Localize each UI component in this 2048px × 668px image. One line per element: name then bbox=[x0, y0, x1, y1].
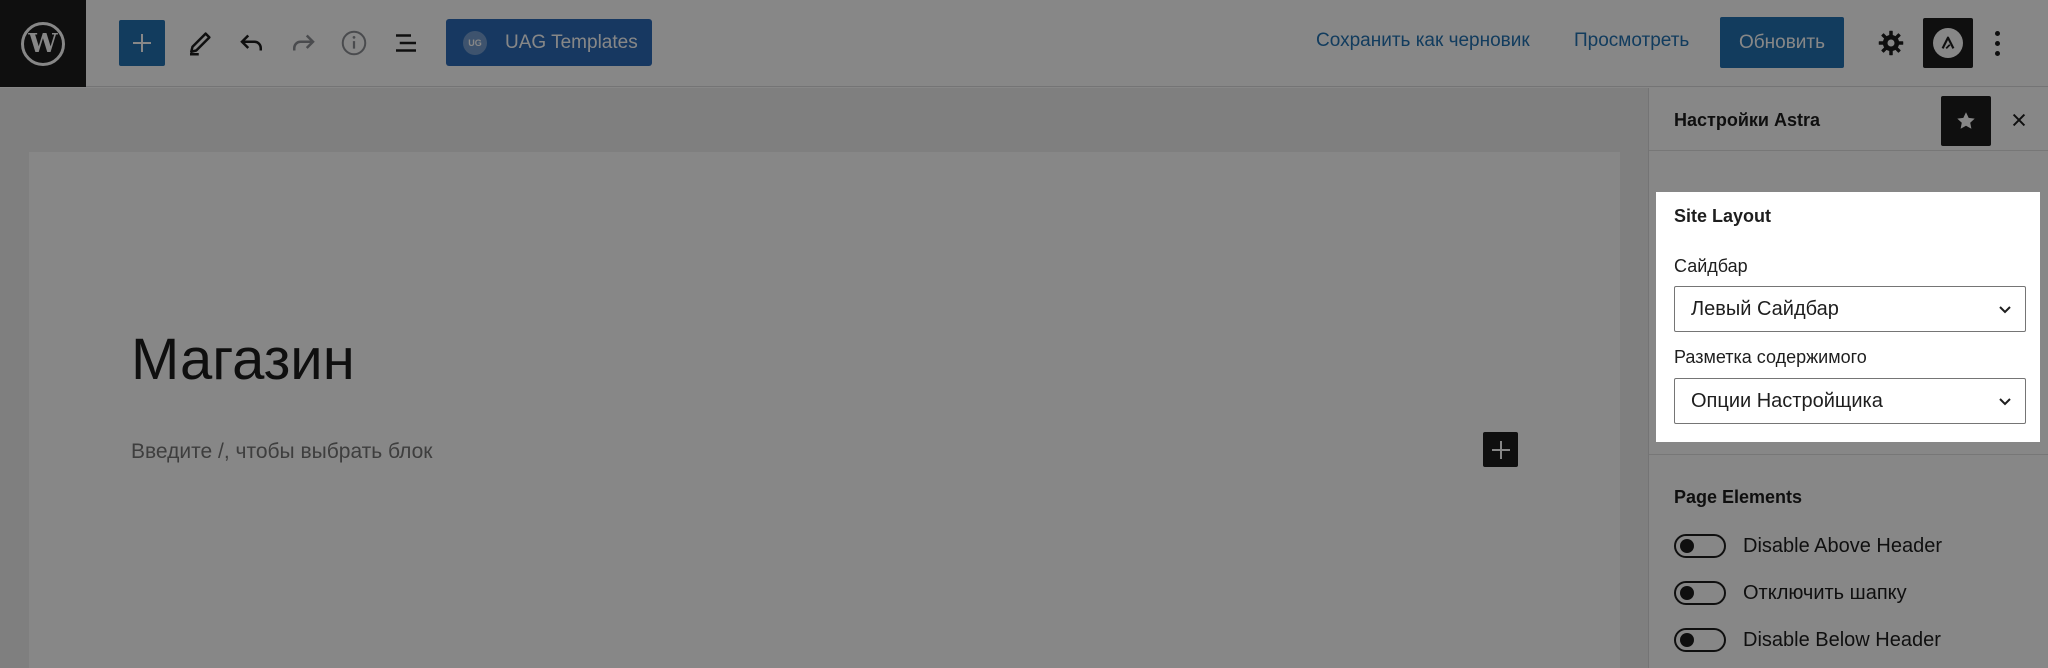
toggle-label: Disable Above Header bbox=[1743, 534, 1943, 557]
toggle-label: Disable Below Header bbox=[1743, 628, 1941, 651]
kebab-dot-icon bbox=[1994, 50, 2000, 56]
sidebar-select-value: Левый Сайдбар bbox=[1691, 297, 1839, 320]
undo-button[interactable] bbox=[229, 20, 275, 66]
editor-canvas bbox=[29, 152, 1620, 668]
page-title[interactable]: Магазин bbox=[131, 326, 355, 393]
block-placeholder[interactable]: Введите /, чтобы выбрать блок bbox=[131, 440, 433, 464]
wordpress-logo-button[interactable]: W bbox=[0, 0, 86, 87]
plus-icon bbox=[1490, 439, 1512, 461]
list-view-button[interactable] bbox=[383, 20, 429, 66]
sidebar-header: Настройки Astra bbox=[1649, 88, 2048, 151]
content-layout-label: Разметка содержимого bbox=[1674, 347, 1867, 367]
uag-logo-icon: UG bbox=[463, 30, 487, 55]
close-icon bbox=[2012, 113, 2026, 127]
editor-toolbar: W UG UAG Templates Сохранить как чернови… bbox=[0, 0, 2048, 87]
update-button[interactable]: Обновить bbox=[1720, 17, 1844, 68]
uag-templates-button[interactable]: UG UAG Templates bbox=[446, 19, 652, 66]
edit-tools-button[interactable] bbox=[177, 20, 223, 66]
sidebar-title: Настройки Astra bbox=[1674, 110, 1820, 130]
toggle-row-disable-header: Отключить шапку bbox=[1674, 581, 1907, 605]
inline-add-block-button[interactable] bbox=[1483, 432, 1518, 467]
astra-settings-sidebar: Настройки Astra Site Layout Сайдбар Левы… bbox=[1648, 88, 2048, 668]
panel-divider bbox=[1649, 454, 2048, 455]
star-icon bbox=[1957, 112, 1975, 129]
preview-button[interactable]: Просмотреть bbox=[1574, 30, 1689, 52]
site-layout-heading: Site Layout bbox=[1674, 206, 1772, 226]
kebab-dot-icon bbox=[1994, 30, 2000, 36]
close-sidebar-button[interactable] bbox=[2003, 104, 2035, 136]
site-layout-panel: Site Layout Сайдбар Левый Сайдбар Размет… bbox=[1657, 192, 2041, 442]
pin-star-button[interactable] bbox=[1941, 96, 1991, 146]
save-draft-button[interactable]: Сохранить как черновик bbox=[1316, 30, 1530, 52]
uag-templates-label: UAG Templates bbox=[505, 31, 638, 53]
redo-button[interactable] bbox=[280, 20, 326, 66]
toggle-row-disable-below-header: Disable Below Header bbox=[1674, 628, 1941, 652]
undo-icon bbox=[240, 34, 262, 51]
add-block-button[interactable] bbox=[119, 20, 165, 66]
info-icon bbox=[341, 30, 367, 56]
sidebar-select[interactable]: Левый Сайдбар bbox=[1674, 286, 2026, 332]
pencil-icon bbox=[190, 32, 211, 56]
wordpress-logo-icon: W bbox=[21, 21, 65, 66]
astra-logo-icon bbox=[1933, 28, 1963, 58]
chevron-down-icon bbox=[1999, 306, 2011, 314]
redo-icon bbox=[293, 34, 315, 51]
chevron-down-icon bbox=[1999, 398, 2011, 406]
disable-above-header-toggle[interactable] bbox=[1674, 534, 1726, 558]
sidebar-select-label: Сайдбар bbox=[1674, 256, 1748, 276]
gear-icon bbox=[1878, 30, 1904, 56]
disable-below-header-toggle[interactable] bbox=[1674, 628, 1726, 652]
kebab-dot-icon bbox=[1994, 40, 2000, 46]
content-layout-value: Опции Настройщика bbox=[1691, 389, 1883, 412]
toggle-label: Отключить шапку bbox=[1743, 581, 1907, 604]
page-elements-heading: Page Elements bbox=[1674, 487, 1803, 507]
list-view-icon bbox=[396, 34, 416, 52]
details-button[interactable] bbox=[331, 20, 377, 66]
more-options-button[interactable] bbox=[1986, 26, 2008, 60]
toggle-row-disable-above-header: Disable Above Header bbox=[1674, 534, 1942, 558]
astra-settings-button[interactable] bbox=[1923, 18, 1973, 68]
disable-header-toggle[interactable] bbox=[1674, 581, 1726, 605]
plus-icon bbox=[131, 32, 153, 54]
content-layout-select[interactable]: Опции Настройщика bbox=[1674, 378, 2026, 424]
settings-button[interactable] bbox=[1874, 26, 1908, 60]
